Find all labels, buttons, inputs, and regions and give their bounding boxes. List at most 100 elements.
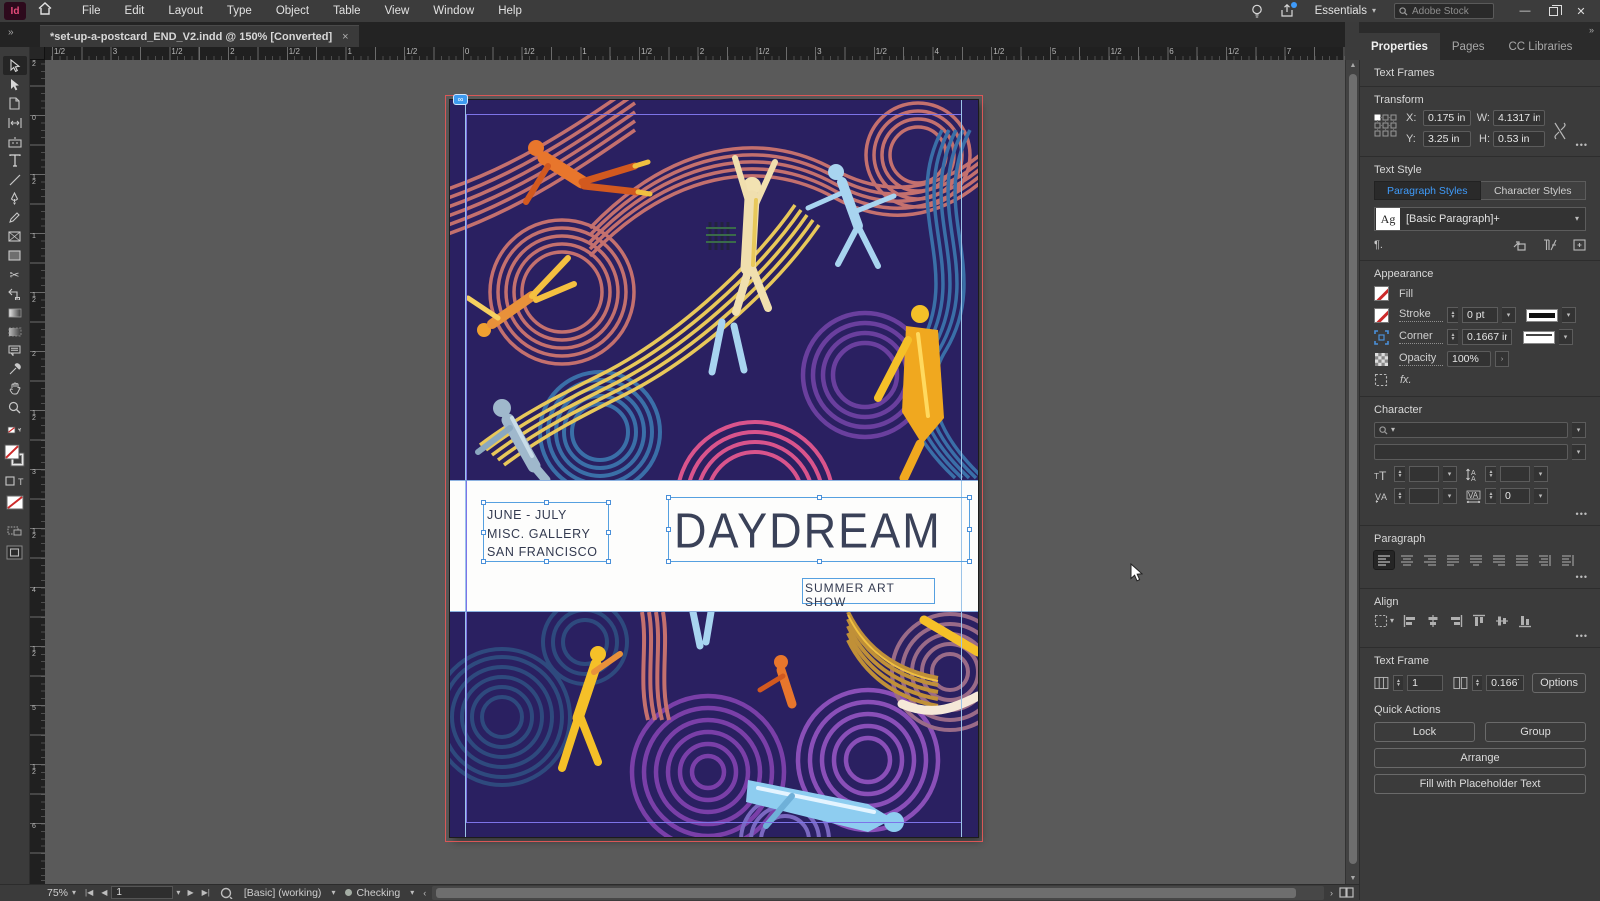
zoom-tool[interactable] — [3, 398, 27, 417]
frame-tool[interactable] — [3, 227, 27, 246]
align-center-button[interactable] — [1397, 551, 1417, 569]
tab-cc-libraries[interactable]: CC Libraries — [1497, 33, 1585, 60]
opacity-label[interactable]: Opacity — [1399, 352, 1443, 366]
lock-button[interactable]: Lock — [1374, 722, 1475, 742]
vertical-scrollbar-thumb[interactable] — [1349, 74, 1357, 864]
gutter-stepper[interactable]: ▲ ▼ — [1471, 675, 1483, 691]
frame-handle[interactable] — [481, 559, 486, 564]
corner-stepper[interactable]: ▲ ▼ — [1447, 329, 1458, 345]
text-frame-options-button[interactable]: Options — [1532, 673, 1587, 693]
ruler-guide-left[interactable] — [465, 100, 466, 837]
align-right-edges-button[interactable] — [1449, 614, 1463, 628]
direct-selection-tool[interactable] — [3, 75, 27, 94]
note-tool[interactable] — [3, 341, 27, 360]
kerning-field[interactable] — [1409, 488, 1439, 504]
tracking-field[interactable] — [1500, 488, 1530, 504]
menu-type[interactable]: Type — [215, 0, 264, 22]
frame-handle[interactable] — [817, 495, 822, 500]
font-size-field[interactable] — [1409, 466, 1439, 482]
font-family-dropdown-icon[interactable]: ▾ — [1572, 422, 1586, 438]
corner-label[interactable]: Corner — [1399, 330, 1443, 344]
align-horizontal-centers-button[interactable] — [1426, 614, 1440, 628]
frame-handle[interactable] — [544, 500, 549, 505]
restore-button[interactable] — [1540, 1, 1566, 21]
menu-window[interactable]: Window — [421, 0, 486, 22]
last-page-button[interactable]: ▶| — [198, 888, 214, 897]
columns-field[interactable] — [1407, 675, 1444, 691]
preflight-profile[interactable]: [Basic] (working) ▾ — [239, 885, 341, 901]
home-icon[interactable] — [38, 2, 52, 20]
previous-page-button[interactable]: ◀ — [97, 888, 111, 897]
ruler-origin-corner[interactable] — [30, 47, 45, 60]
paragraph-style-dropdown[interactable]: Ag [Basic Paragraph]+ ▾ — [1374, 207, 1586, 231]
pen-tool[interactable] — [3, 189, 27, 208]
vertical-scrollbar[interactable]: ▲ ▼ — [1345, 60, 1359, 884]
corner-radius-field[interactable] — [1462, 329, 1512, 345]
screen-mode[interactable] — [3, 540, 27, 564]
align-left-button[interactable] — [1373, 550, 1395, 570]
first-page-button[interactable]: |◀ — [81, 888, 97, 897]
tab-pages[interactable]: Pages — [1440, 33, 1497, 60]
object-effects-icon[interactable] — [1374, 373, 1388, 387]
redefine-style-icon[interactable] — [1512, 239, 1527, 251]
h-field[interactable] — [1493, 131, 1545, 147]
line-tool[interactable] — [3, 170, 27, 189]
font-family-field[interactable]: ▾ — [1374, 422, 1568, 438]
linked-file-badge-icon[interactable]: ∞ — [453, 94, 468, 105]
stroke-stepper[interactable]: ▲ ▼ — [1447, 307, 1458, 323]
stock-search-input[interactable] — [1412, 5, 1482, 17]
page-tool[interactable] — [3, 94, 27, 113]
kerning-dropdown-icon[interactable]: ▾ — [1443, 488, 1457, 504]
align-right-button[interactable] — [1420, 551, 1440, 569]
menu-object[interactable]: Object — [264, 0, 321, 22]
reference-point-grid[interactable] — [1374, 114, 1398, 138]
transform-more-icon[interactable]: ••• — [1576, 140, 1588, 150]
align-towards-spine-button[interactable] — [1535, 551, 1555, 569]
frame-handle[interactable] — [606, 530, 611, 535]
x-field[interactable] — [1423, 110, 1471, 126]
next-page-button[interactable]: ▶ — [183, 888, 197, 897]
tracking-stepper[interactable]: ▲ ▼ — [1485, 488, 1496, 504]
content-collector-tool[interactable] — [3, 132, 27, 151]
font-size-dropdown-icon[interactable]: ▾ — [1443, 466, 1457, 482]
justify-all-button[interactable] — [1512, 551, 1532, 569]
type-tool[interactable] — [3, 151, 27, 170]
ruler-horizontal[interactable]: 1/2 3 1/2 2 1/2 1 1/2 0 1/2 1 1/2 2 1/2 3 1/2 4 1/2 5 1/2 6… — [30, 47, 1345, 60]
postcard-title[interactable]: DAYDREAM — [669, 498, 969, 564]
stroke-swatch-icon[interactable] — [1374, 307, 1389, 323]
postcard-page[interactable]: ∞ JUNE - JULY MISC. GALLERY SAN FRANCISC… — [445, 94, 983, 842]
frame-handle[interactable] — [481, 500, 486, 505]
frame-handle[interactable] — [481, 530, 486, 535]
spread-view-icon[interactable] — [1339, 887, 1354, 898]
menu-view[interactable]: View — [373, 0, 422, 22]
stroke-label[interactable]: Stroke — [1399, 308, 1443, 322]
document-canvas[interactable]: ∞ JUNE - JULY MISC. GALLERY SAN FRANCISC… — [45, 60, 1345, 884]
corner-options-icon[interactable] — [1374, 329, 1389, 345]
stroke-weight-field[interactable] — [1462, 307, 1498, 323]
frame-handle[interactable] — [666, 495, 671, 500]
font-size-stepper[interactable]: ▲ ▼ — [1394, 466, 1405, 482]
character-more-icon[interactable]: ••• — [1576, 509, 1588, 519]
frame-handle[interactable] — [544, 559, 549, 564]
frame-handle[interactable] — [606, 500, 611, 505]
paragraph-styles-tab[interactable]: Paragraph Styles — [1374, 181, 1481, 200]
constrain-proportions-icon[interactable] — [1553, 120, 1567, 142]
subtitle-text-frame[interactable]: SUMMER ART SHOW — [802, 578, 935, 609]
justify-last-left-button[interactable] — [1443, 551, 1463, 569]
lightbulb-icon[interactable] — [1247, 2, 1267, 20]
leading-dropdown-icon[interactable]: ▾ — [1534, 466, 1548, 482]
collapse-tools-icon[interactable]: » — [8, 27, 14, 38]
menu-edit[interactable]: Edit — [113, 0, 157, 22]
page-dropdown-icon[interactable]: ▾ — [173, 888, 183, 897]
fill-swatch-icon[interactable] — [1374, 286, 1389, 301]
title-text-frame[interactable]: DAYDREAM — [666, 495, 972, 564]
font-style-field[interactable] — [1374, 444, 1568, 460]
frame-handle[interactable] — [967, 495, 972, 500]
scroll-up-icon[interactable]: ▲ — [1346, 62, 1360, 69]
scroll-right-icon[interactable]: › — [1326, 888, 1337, 898]
menu-file[interactable]: File — [70, 0, 113, 22]
info-text-frame[interactable]: JUNE - JULY MISC. GALLERY SAN FRANCISCO — [481, 500, 611, 564]
gradient-feather-tool[interactable] — [3, 322, 27, 341]
align-more-icon[interactable]: ••• — [1576, 631, 1588, 641]
frame-handle[interactable] — [606, 559, 611, 564]
